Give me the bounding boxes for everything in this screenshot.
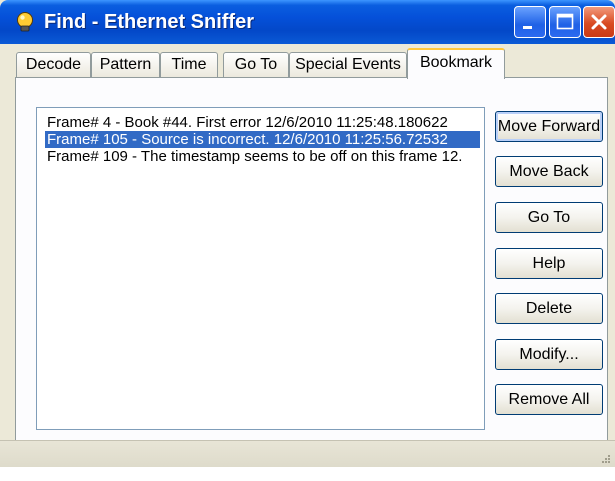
list-item[interactable]: Frame# 109 - The timestamp seems to be o… bbox=[45, 148, 462, 165]
move-back-button[interactable]: Move Back bbox=[495, 156, 603, 187]
tab-pattern[interactable]: Pattern bbox=[91, 52, 160, 78]
title-bar[interactable]: Find - Ethernet Sniffer bbox=[0, 0, 615, 44]
go-to-button[interactable]: Go To bbox=[495, 202, 603, 233]
tab-decode[interactable]: Decode bbox=[16, 52, 91, 78]
tab-time[interactable]: Time bbox=[160, 52, 218, 78]
close-icon bbox=[591, 14, 607, 30]
tab-go-to[interactable]: Go To bbox=[223, 52, 289, 78]
maximize-button[interactable] bbox=[549, 6, 581, 38]
minimize-icon bbox=[523, 26, 532, 29]
tab-special-events[interactable]: Special Events bbox=[289, 52, 407, 78]
bookmark-list[interactable]: Frame# 4 - Book #44. First error 12/6/20… bbox=[36, 107, 485, 430]
remove-all-button[interactable]: Remove All bbox=[495, 384, 603, 415]
bulb-icon bbox=[17, 12, 33, 32]
tab-bookmark[interactable]: Bookmark bbox=[407, 48, 505, 79]
find-window: Find - Ethernet Sniffer Decode Pattern T… bbox=[0, 0, 615, 467]
status-bar bbox=[0, 440, 615, 467]
maximize-icon bbox=[556, 13, 574, 30]
delete-button[interactable]: Delete bbox=[495, 293, 603, 324]
tab-strip: Decode Pattern Time Go To Special Events… bbox=[16, 48, 606, 79]
help-button[interactable]: Help bbox=[495, 248, 603, 279]
modify-button[interactable]: Modify... bbox=[495, 339, 603, 370]
window-title: Find - Ethernet Sniffer bbox=[44, 11, 254, 33]
list-item-selected[interactable]: Frame# 105 - Source is incorrect. 12/6/2… bbox=[45, 131, 480, 148]
resize-grip-icon[interactable] bbox=[601, 454, 611, 464]
list-item[interactable]: Frame# 4 - Book #44. First error 12/6/20… bbox=[45, 114, 448, 131]
minimize-button[interactable] bbox=[514, 6, 546, 38]
move-forward-button[interactable]: Move Forward bbox=[495, 111, 603, 142]
close-button[interactable] bbox=[583, 6, 615, 38]
